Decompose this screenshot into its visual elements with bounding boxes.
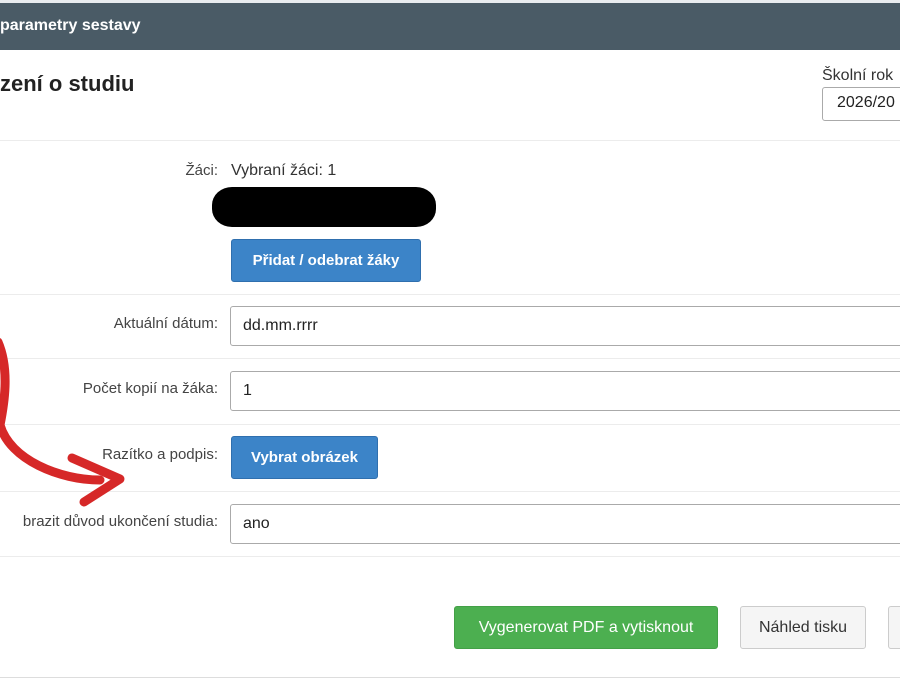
annotation-arrow: [0, 337, 125, 507]
